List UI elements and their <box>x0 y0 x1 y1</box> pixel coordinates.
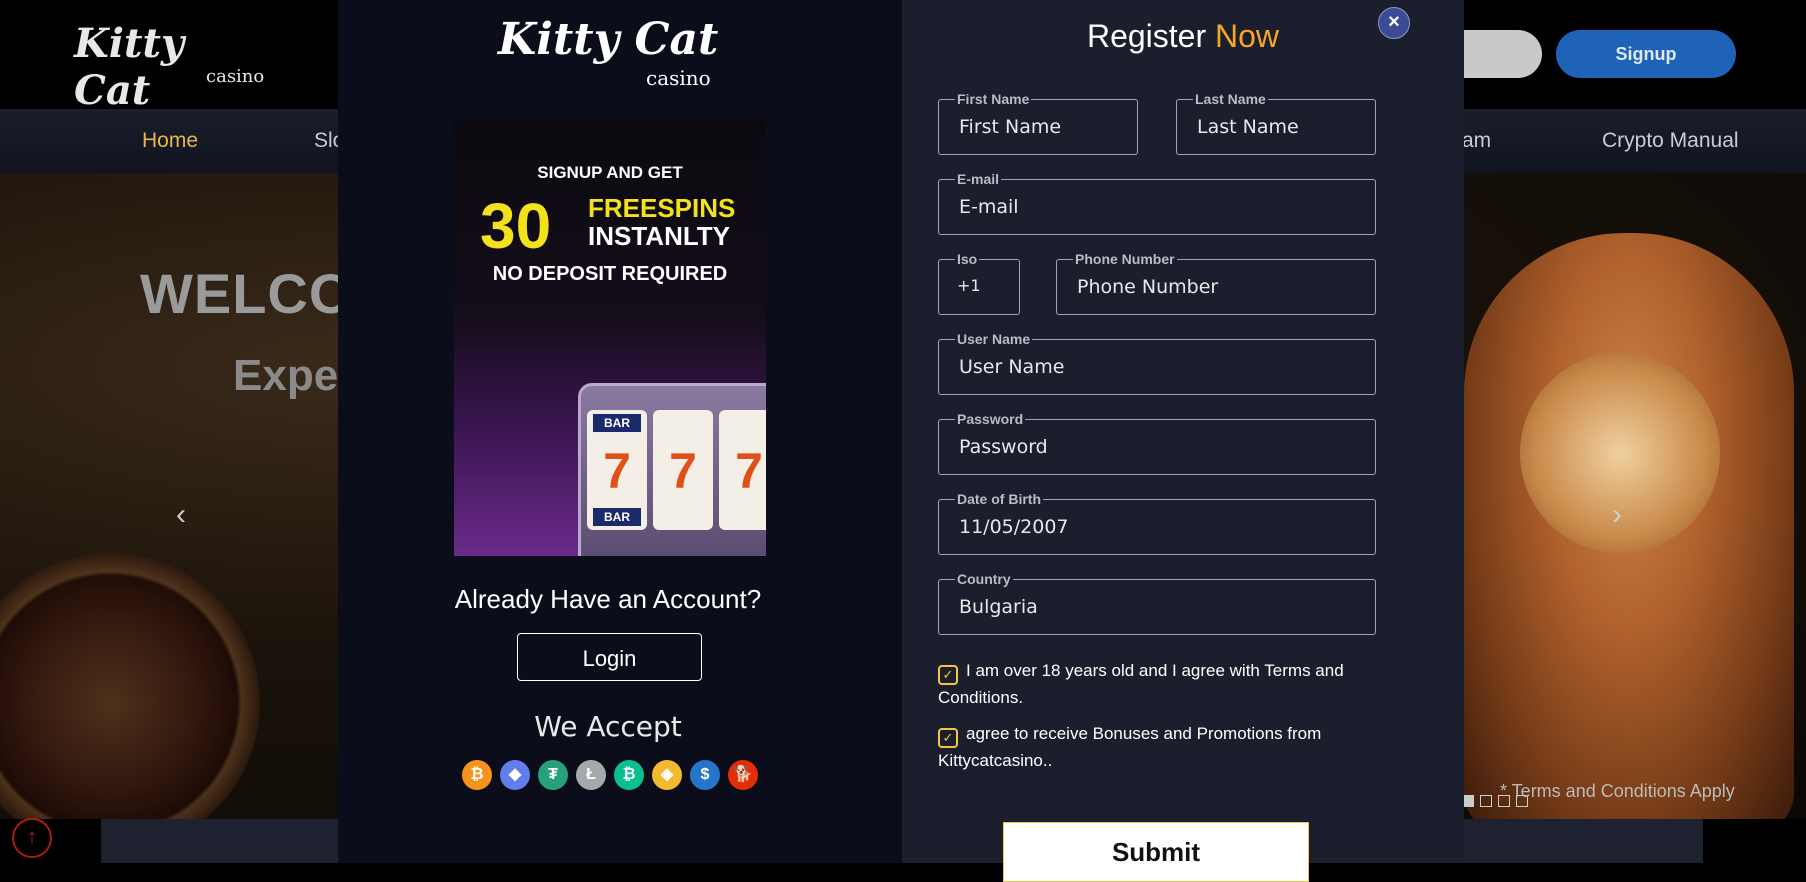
carousel-prev-icon[interactable]: ‹ <box>176 498 186 532</box>
carousel-next-icon[interactable]: › <box>1612 498 1622 532</box>
binance-icon: ◈ <box>652 760 682 790</box>
promo-number: 30 <box>480 190 552 262</box>
nav-crypto-manual[interactable]: Crypto Manual <box>1602 129 1739 153</box>
slot-reel: BAR 7 BAR <box>587 410 647 530</box>
phone-placeholder: Phone Number <box>1077 276 1219 298</box>
age-terms-checkbox[interactable]: ✓ <box>938 665 958 685</box>
modal-logo-sub: casino <box>646 66 711 90</box>
accepted-coins: ₿ ◆ ₮ Ł ₿ ◈ $ 🐕 <box>462 760 766 790</box>
promotions-row: ✓ agree to receive Bonuses and Promotions… <box>938 721 1374 773</box>
close-icon[interactable]: × <box>1378 7 1410 39</box>
ethereum-icon: ◆ <box>500 760 530 790</box>
iso-field[interactable]: Iso +1 <box>938 251 1020 315</box>
username-field[interactable]: User Name User Name <box>938 331 1376 395</box>
username-placeholder: User Name <box>959 356 1065 378</box>
promo-banner: SIGNUP AND GET 30 FREESPINS INSTANLTY NO… <box>454 121 766 556</box>
country-select[interactable]: Country Bulgaria <box>938 571 1376 635</box>
last-name-field[interactable]: Last Name Last Name <box>1176 91 1376 155</box>
country-label: Country <box>955 571 1013 587</box>
modal-left-panel: Kitty Cat casino SIGNUP AND GET 30 FREES… <box>338 0 902 863</box>
site-logo[interactable]: Kitty Cat casino <box>74 12 274 114</box>
promo-freespins: FREESPINS <box>588 193 736 223</box>
register-title-word: Register <box>1086 18 1207 54</box>
email-label: E-mail <box>955 171 1002 187</box>
slot-reel: 7 <box>653 410 713 530</box>
date-of-birth-label: Date of Birth <box>955 491 1043 507</box>
country-value: Bulgaria <box>959 596 1038 618</box>
age-terms-row: ✓ I am over 18 years old and I agree with… <box>938 658 1374 710</box>
password-placeholder: Password <box>959 436 1048 458</box>
nav-home[interactable]: Home <box>142 129 198 153</box>
we-accept-heading: We Accept <box>534 710 682 743</box>
promotions-text: agree to receive Bonuses and Promotions … <box>938 724 1322 770</box>
phone-field[interactable]: Phone Number Phone Number <box>1056 251 1376 315</box>
last-name-placeholder: Last Name <box>1197 116 1299 138</box>
tether-icon: ₮ <box>538 760 568 790</box>
hero-title: WELCO <box>140 262 354 325</box>
date-of-birth-field[interactable]: Date of Birth 11/05/2007 <box>938 491 1376 555</box>
litecoin-icon: Ł <box>576 760 606 790</box>
password-field[interactable]: Password Password <box>938 411 1376 475</box>
iso-value: +1 <box>957 276 981 295</box>
bitcoin-icon: ₿ <box>462 760 492 790</box>
first-name-label: First Name <box>955 91 1032 107</box>
reel-seven: 7 <box>669 443 697 499</box>
email-placeholder: E-mail <box>959 196 1019 218</box>
bitcoin-cash-icon: ₿ <box>614 760 644 790</box>
promo-instantly: INSTANLTY <box>588 221 731 251</box>
site-logo-sub: casino <box>206 66 265 87</box>
slot-reel: 7 <box>719 410 766 530</box>
first-name-field[interactable]: First Name First Name <box>938 91 1138 155</box>
date-of-birth-value: 11/05/2007 <box>959 516 1069 538</box>
modal-logo: Kitty Cat casino <box>498 8 738 90</box>
hero-subtitle: Exper <box>233 351 356 400</box>
age-terms-text: I am over 18 years old and I agree with … <box>938 661 1344 707</box>
password-label: Password <box>955 411 1026 427</box>
already-account-text: Already Have an Account? <box>454 584 762 614</box>
promo-no-deposit: NO DEPOSIT REQUIRED <box>492 263 728 285</box>
roulette-image <box>0 553 260 819</box>
reel-bar-label: BAR <box>593 508 641 526</box>
email-field[interactable]: E-mail E-mail <box>938 171 1376 235</box>
login-button[interactable]: Login <box>517 633 702 681</box>
scroll-top-icon[interactable]: ↑ <box>12 818 52 858</box>
signup-button[interactable]: Signup <box>1556 30 1736 78</box>
phone-label: Phone Number <box>1073 251 1177 267</box>
reel-seven: 7 <box>603 443 631 499</box>
promo-line1: SIGNUP AND GET <box>537 163 683 182</box>
usdc-icon: $ <box>690 760 720 790</box>
carousel-dot[interactable] <box>1480 795 1492 807</box>
slot-machine-image: BAR 7 BAR 7 7 <box>578 383 766 556</box>
last-name-label: Last Name <box>1193 91 1268 107</box>
shiba-icon: 🐕 <box>728 760 758 790</box>
submit-button[interactable]: Submit <box>1003 822 1309 882</box>
first-name-placeholder: First Name <box>959 116 1062 138</box>
nav-item-partial[interactable]: am <box>1462 129 1491 153</box>
promotions-checkbox[interactable]: ✓ <box>938 728 958 748</box>
terms-apply-text: * Terms and Conditions Apply <box>1500 781 1735 801</box>
iso-label: Iso <box>955 251 980 267</box>
reel-seven: 7 <box>735 443 763 499</box>
modal-logo-text: Kitty Cat <box>498 14 719 65</box>
reel-bar-label: BAR <box>593 414 641 432</box>
register-modal: Kitty Cat casino SIGNUP AND GET 30 FREES… <box>338 0 1464 882</box>
username-label: User Name <box>955 331 1033 347</box>
register-now-word: Now <box>1215 18 1280 54</box>
